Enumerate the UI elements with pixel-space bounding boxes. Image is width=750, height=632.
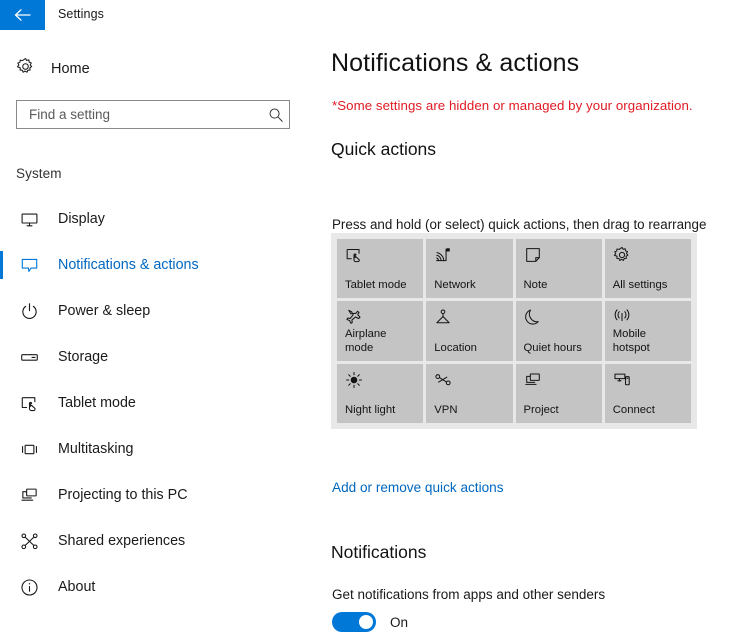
sidebar-item-about-label: About <box>58 579 96 595</box>
notifications-toggle-switch[interactable] <box>332 612 376 632</box>
sidebar-item-home-label: Home <box>51 61 90 77</box>
gear-icon <box>613 246 684 268</box>
moon-icon <box>524 308 595 330</box>
brightness-sun-icon <box>345 371 416 393</box>
quick-action-tile-label: VPN <box>434 403 458 416</box>
quick-action-tile-mobile-hotspot[interactable]: Mobile hotspot <box>604 301 691 361</box>
broadcast-icon <box>613 308 684 326</box>
sidebar-item-home[interactable]: Home <box>16 56 216 82</box>
sidebar-item-storage-label: Storage <box>58 349 109 365</box>
quick-action-tile-label: Location <box>434 341 477 354</box>
sidebar-item-notifications-actions-label: Notifications & actions <box>58 257 199 273</box>
quick-action-tile-label: Airplane mode <box>345 327 387 354</box>
quick-action-tile-airplane-mode[interactable]: Airplane mode <box>337 301 424 361</box>
info-circle-icon <box>18 576 40 598</box>
search-icon[interactable] <box>263 107 289 123</box>
sidebar-item-about[interactable]: About <box>0 564 310 610</box>
airplane-icon <box>345 308 416 326</box>
quick-action-tile-label: Night light <box>345 403 396 416</box>
sidebar-nav: Display Notifications & actions Power & … <box>0 196 310 610</box>
sidebar-item-tablet-mode-label: Tablet mode <box>58 395 136 411</box>
quick-action-tile-label: Network <box>434 279 476 292</box>
sidebar-item-display-label: Display <box>58 211 105 227</box>
title-bar: Settings <box>0 0 750 32</box>
sidebar-item-power-sleep-label: Power & sleep <box>58 303 151 319</box>
quick-action-tile-all-settings[interactable]: All settings <box>604 239 691 299</box>
sidebar-item-projecting-to-this-pc[interactable]: Projecting to this PC <box>0 472 310 518</box>
sidebar-item-multitasking[interactable]: Multitasking <box>0 426 310 472</box>
location-pin-icon <box>434 308 505 330</box>
sidebar-item-multitasking-label: Multitasking <box>58 441 134 457</box>
tablet-hand-icon <box>18 392 40 414</box>
notifications-toggle-row: On <box>332 612 408 632</box>
project-screens-icon <box>524 371 595 393</box>
toggle-knob <box>359 615 373 629</box>
sidebar-item-projecting-to-this-pc-label: Projecting to this PC <box>58 487 188 503</box>
sidebar-item-notifications-actions[interactable]: Notifications & actions <box>0 242 310 288</box>
quick-action-tile-label: Connect <box>612 403 655 416</box>
quick-action-tile-label: All settings <box>612 279 668 292</box>
notifications-toggle-state: On <box>390 614 409 630</box>
quick-action-tile-label: Note <box>523 279 548 292</box>
drive-icon <box>18 346 40 368</box>
quick-action-tile-tablet-mode[interactable]: Tablet mode <box>337 239 424 299</box>
gear-icon <box>16 57 35 81</box>
quick-actions-grid: Tablet mode Network Note All settings Ai… <box>331 233 697 429</box>
sidebar-item-shared-experiences-label: Shared experiences <box>58 533 186 549</box>
add-remove-quick-actions-link[interactable]: Add or remove quick actions <box>332 480 504 495</box>
tablet-hand-icon <box>345 246 416 268</box>
power-icon <box>18 300 40 322</box>
share-nodes-icon <box>18 530 40 552</box>
page-title: Notifications & actions <box>331 49 580 77</box>
quick-action-tile-quiet-hours[interactable]: Quiet hours <box>515 301 602 361</box>
notifications-toggle-label: Get notifications from apps and other se… <box>332 587 606 602</box>
sidebar-group-title: System <box>16 166 62 181</box>
sidebar-item-display[interactable]: Display <box>0 196 310 242</box>
windows-layout-icon <box>18 438 40 460</box>
quick-actions-heading: Quick actions <box>331 139 437 159</box>
wifi-icon <box>434 246 505 268</box>
quick-action-tile-location[interactable]: Location <box>426 301 513 361</box>
sidebar-item-tablet-mode[interactable]: Tablet mode <box>0 380 310 426</box>
sidebar-item-shared-experiences[interactable]: Shared experiences <box>0 518 310 564</box>
quick-action-tile-network[interactable]: Network <box>426 239 513 299</box>
quick-action-tile-vpn[interactable]: VPN <box>426 363 513 423</box>
vpn-key-icon <box>434 371 505 393</box>
quick-action-tile-label: Quiet hours <box>523 341 582 354</box>
quick-action-tile-label: Project <box>523 403 559 416</box>
app-title: Settings <box>58 7 104 21</box>
speech-bubble-icon <box>18 254 40 276</box>
note-icon <box>524 246 595 268</box>
sidebar: Home System Display <box>0 32 310 618</box>
search-box[interactable] <box>16 100 290 129</box>
quick-action-tile-label: Tablet mode <box>345 279 407 292</box>
sidebar-item-storage[interactable]: Storage <box>0 334 310 380</box>
search-input[interactable] <box>17 101 263 128</box>
quick-action-tile-label: Mobile hotspot <box>612 327 650 354</box>
notifications-heading: Notifications <box>331 542 427 562</box>
main-content: Notifications & actions *Some settings a… <box>310 32 750 632</box>
monitor-icon <box>18 208 40 230</box>
quick-action-tile-project[interactable]: Project <box>515 363 602 423</box>
organization-warning: *Some settings are hidden or managed by … <box>332 98 693 113</box>
connect-device-icon <box>613 371 684 393</box>
sidebar-item-power-sleep[interactable]: Power & sleep <box>0 288 310 334</box>
back-arrow-icon <box>14 8 31 22</box>
project-screens-icon <box>18 484 40 506</box>
quick-action-tile-note[interactable]: Note <box>515 239 602 299</box>
quick-action-tile-connect[interactable]: Connect <box>604 363 691 423</box>
back-button[interactable] <box>0 0 45 30</box>
quick-action-tile-night-light[interactable]: Night light <box>337 363 424 423</box>
